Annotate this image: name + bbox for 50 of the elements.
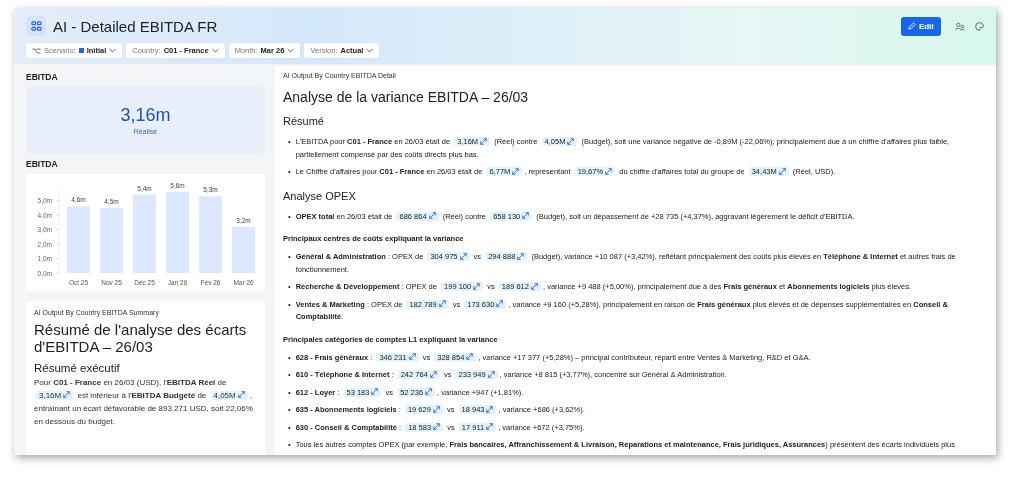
chevron-icon xyxy=(211,48,219,53)
expand-icon xyxy=(496,300,504,307)
expand-icon xyxy=(429,370,437,378)
value-chip[interactable]: 3,16M xyxy=(36,390,74,400)
summary-title: Résumé de l'analyse des écarts d'EBITDA – 26/03 xyxy=(34,321,248,356)
expand-icon xyxy=(486,423,494,430)
value-chip[interactable]: 4,05M xyxy=(210,390,248,400)
expand-icon xyxy=(605,167,613,175)
expand-icon xyxy=(530,282,538,290)
expand-icon xyxy=(433,423,441,430)
expand-icon xyxy=(512,167,520,175)
expand-icon xyxy=(428,212,436,219)
expand-icon xyxy=(371,388,379,395)
page-title: AI - Detailed EBITDA FR xyxy=(53,17,218,35)
expand-icon xyxy=(438,300,446,307)
expand-icon xyxy=(432,405,440,413)
expand-icon xyxy=(486,405,494,413)
kpi-value: 3,16m xyxy=(120,105,171,126)
detail-title: Analyse de la variance EBITDA – 26/03 xyxy=(283,89,530,105)
chevron-icon xyxy=(287,48,295,53)
section-heading: EBITDA xyxy=(26,72,59,82)
chart-bar xyxy=(99,207,124,273)
expand-icon xyxy=(466,353,474,360)
section-heading: Analyse OPEX xyxy=(283,189,357,202)
edit-button[interactable]: Edit xyxy=(900,16,941,36)
expand-icon xyxy=(63,391,71,398)
expand-icon xyxy=(778,167,786,175)
section-heading: Résumé xyxy=(283,115,325,127)
chevron-icon xyxy=(366,48,374,53)
chart-bar xyxy=(231,226,256,273)
expand-icon xyxy=(425,388,433,395)
chevron-icon xyxy=(109,48,117,53)
section-heading: EBITDA xyxy=(26,159,59,169)
expand-icon xyxy=(473,282,481,290)
users-icon[interactable] xyxy=(955,21,965,31)
pencil-icon xyxy=(907,22,916,30)
expand-icon xyxy=(487,370,495,378)
expand-icon xyxy=(237,391,245,398)
palette-icon[interactable] xyxy=(975,21,984,31)
expand-icon xyxy=(517,252,525,260)
expand-icon xyxy=(522,212,530,219)
summary-paragraph: Pour C01 - France en 26/03 (USD), l'EBITDA Réel de 3,16M est inférieur à l'EBITDA Budgété de 4,05M , entraînant un écart défavorable de 893 271 USD, soit 22,06% en dessous du budget. xyxy=(34,376,254,428)
expand-icon xyxy=(459,252,467,260)
expand-icon xyxy=(408,353,416,360)
expand-icon xyxy=(480,137,488,145)
branch-icon xyxy=(32,47,41,54)
summary-subtitle: Résumé exécutif xyxy=(34,361,121,374)
expand-icon xyxy=(567,137,575,145)
chart-bar xyxy=(66,206,91,273)
grid-icon xyxy=(26,16,46,36)
